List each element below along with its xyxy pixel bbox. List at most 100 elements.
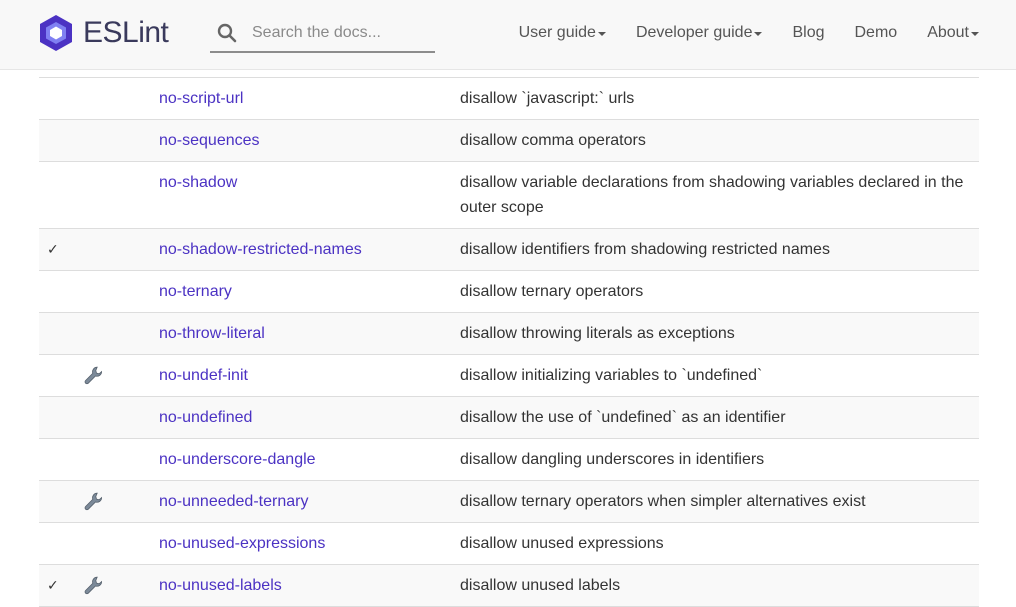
fixable-cell [83,564,159,607]
search-input[interactable] [252,18,432,48]
rule-name-cell: no-script-url [159,77,460,120]
eslint-logo-link[interactable]: ESLint [37,14,169,52]
rule-row: no-shadow disallow variable declarations … [39,161,979,229]
rule-link[interactable]: no-unneeded-ternary [159,493,308,510]
recommended-cell [39,480,83,523]
fixable-cell [83,480,159,523]
recommended-cell [39,522,83,565]
rule-link[interactable]: no-throw-literal [159,325,265,342]
recommended-cell: ✓ [39,564,83,607]
rule-link[interactable]: no-shadow [159,174,237,191]
rules-table-body: no-script-url disallow `javascript:` urls… [39,77,979,607]
rule-link[interactable]: no-ternary [159,283,232,300]
rule-description: disallow unused labels [460,564,979,607]
rule-description: disallow the use of `undefined` as an id… [460,396,979,439]
wrench-icon [84,576,103,595]
rule-row: no-throw-literal disallow throwing litera… [39,312,979,355]
rules-table: no-script-url disallow `javascript:` urls… [39,77,979,607]
fixable-cell [83,396,159,439]
rule-name-cell: no-sequences [159,119,460,162]
rule-row: no-underscore-dangle disallow dangling un… [39,438,979,481]
rule-name-cell: no-unneeded-ternary [159,480,460,523]
nav-blog-link[interactable]: Blog [792,24,824,42]
caret-down-icon [597,32,606,36]
rule-description: disallow initializing variables to `unde… [460,354,979,397]
recommended-cell [39,161,83,229]
fixable-cell [83,270,159,313]
rule-link[interactable]: no-shadow-restricted-names [159,241,362,258]
rule-name-cell: no-shadow [159,161,460,229]
rule-link[interactable]: no-sequences [159,132,260,149]
rule-row: ✓ no-unused-labels disallow unused labels [39,564,979,607]
rule-row: no-script-url disallow `javascript:` urls [39,77,979,120]
fixable-cell [83,354,159,397]
rule-description: disallow variable declarations from shad… [460,161,979,229]
top-navbar: ESLint User guide Developer guide Blog D… [0,0,1016,70]
fixable-cell [83,119,159,162]
rule-name-cell: no-underscore-dangle [159,438,460,481]
wrench-icon [84,492,103,511]
fixable-cell [83,312,159,355]
caret-down-icon [754,32,763,36]
rule-row: no-undef-init disallow initializing varia… [39,354,979,397]
rule-link[interactable]: no-script-url [159,90,243,107]
nav-user-guide-label: User guide [518,24,596,41]
rule-row: no-sequences disallow comma operators [39,119,979,162]
fixable-cell [83,77,159,120]
rule-link[interactable]: no-unused-expressions [159,535,325,552]
fixable-cell [83,161,159,229]
recommended-cell [39,312,83,355]
rule-name-cell: no-unused-labels [159,564,460,607]
eslint-logo-icon [40,15,72,51]
recommended-cell [39,77,83,120]
rule-name-cell: no-unused-expressions [159,522,460,565]
nav-blog-label: Blog [792,24,825,41]
nav-developer-guide-label: Developer guide [635,24,753,41]
rule-row: no-unneeded-ternary disallow ternary oper… [39,480,979,523]
rule-link[interactable]: no-unused-labels [159,577,282,594]
rule-description: disallow `javascript:` urls [460,77,979,120]
rule-link[interactable]: no-undefined [159,409,252,426]
brand-name: ESLint [83,16,169,49]
rule-name-cell: no-ternary [159,270,460,313]
check-mark-icon: ✓ [47,241,59,257]
rule-description: disallow ternary operators when simpler … [460,480,979,523]
recommended-cell [39,396,83,439]
nav-demo-label: Demo [854,24,898,41]
rule-link[interactable]: no-underscore-dangle [159,451,316,468]
fixable-cell [83,228,159,271]
nav-about-dropdown[interactable]: About [927,24,979,42]
rule-row: no-undefined disallow the use of `undefin… [39,396,979,439]
search-box [210,15,435,53]
recommended-cell [39,354,83,397]
rule-row: no-unused-expressions disallow unused exp… [39,522,979,565]
nav-about-label: About [927,24,969,41]
rule-link[interactable]: no-undef-init [159,367,248,384]
rule-row: no-ternary disallow ternary operators [39,270,979,313]
rule-row: ✓ no-shadow-restricted-names disallow iden… [39,228,979,271]
fixable-cell [83,522,159,565]
recommended-cell [39,438,83,481]
nav-user-guide-dropdown[interactable]: User guide [519,24,606,42]
recommended-cell [39,270,83,313]
nav-demo-link[interactable]: Demo [855,24,898,42]
fixable-cell [83,438,159,481]
nav-links: User guide Developer guide Blog Demo Abo… [519,20,979,46]
check-mark-icon: ✓ [47,577,59,593]
rule-name-cell: no-throw-literal [159,312,460,355]
nav-developer-guide-dropdown[interactable]: Developer guide [636,24,763,42]
recommended-cell [39,119,83,162]
rule-description: disallow identifiers from shadowing rest… [460,228,979,271]
rule-description: disallow unused expressions [460,522,979,565]
recommended-cell: ✓ [39,228,83,271]
rule-description: disallow comma operators [460,119,979,162]
caret-down-icon [971,32,979,36]
search-icon[interactable] [217,23,237,43]
wrench-icon [84,366,103,385]
rule-description: disallow ternary operators [460,270,979,313]
rule-name-cell: no-undefined [159,396,460,439]
rule-description: disallow dangling underscores in identif… [460,438,979,481]
rule-description: disallow throwing literals as exceptions [460,312,979,355]
rule-name-cell: no-shadow-restricted-names [159,228,460,271]
rule-name-cell: no-undef-init [159,354,460,397]
